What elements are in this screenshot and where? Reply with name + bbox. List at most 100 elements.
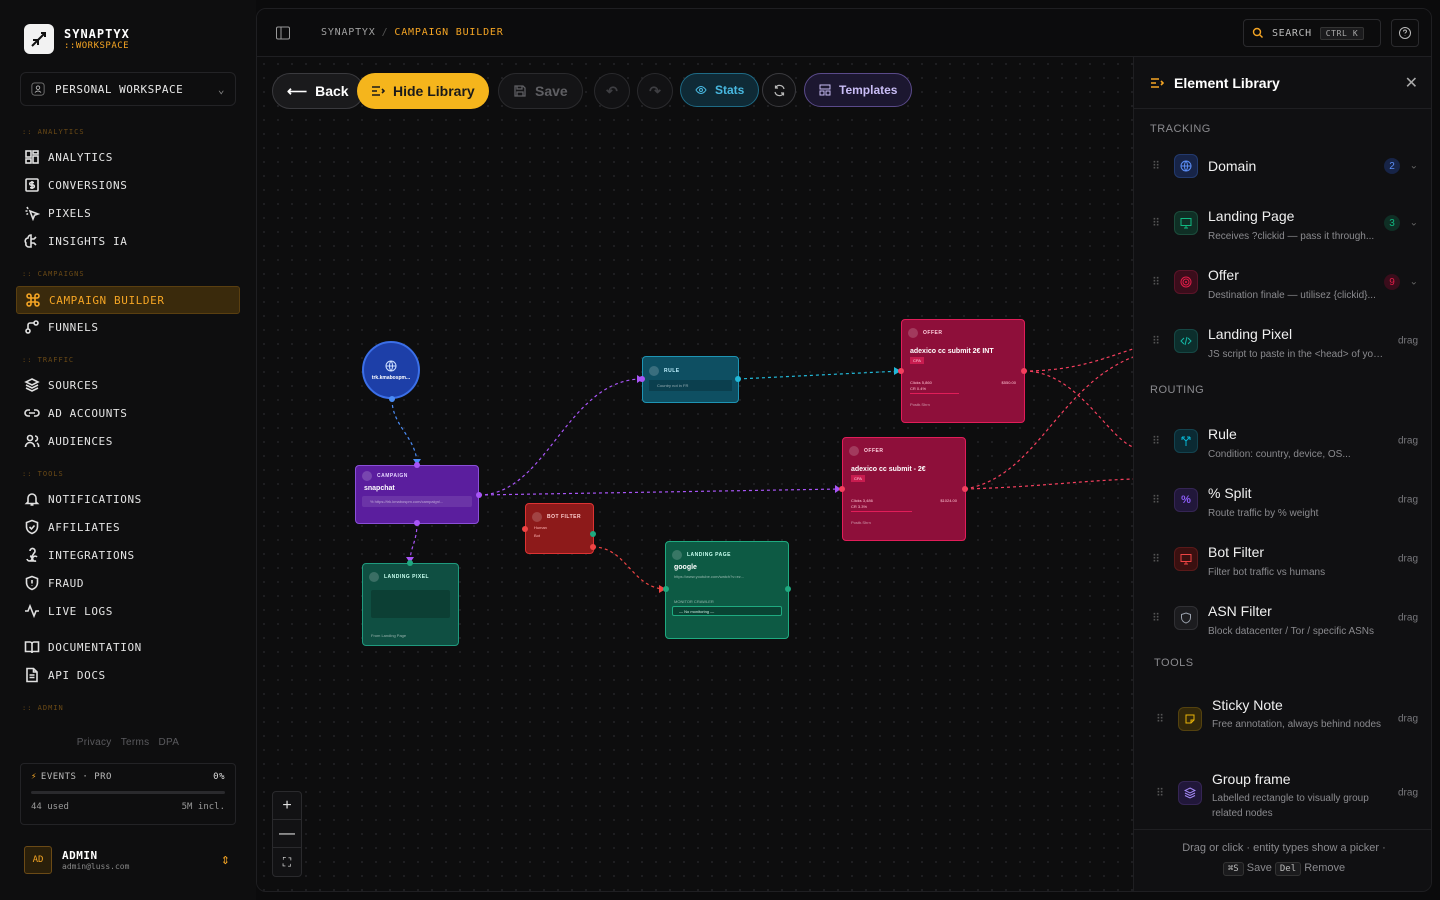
- bot-node-bot: Bot: [534, 533, 541, 538]
- offer-node-2[interactable]: OFFER adexico cc submit - 2€ CPA Clicks …: [842, 437, 966, 541]
- search-icon: [1252, 27, 1263, 38]
- footer-hint: Drag or click · entity types show a pick…: [1182, 842, 1386, 854]
- rule-node-type: RULE: [664, 368, 680, 374]
- nav-affiliates[interactable]: AFFILIATES: [16, 513, 240, 541]
- landing-node-title: google: [674, 564, 697, 571]
- library-item-group-frame[interactable]: ⠿ Group frame Labelled rectangle to visu…: [1134, 757, 1431, 829]
- offer-node-1[interactable]: OFFER adexico cc submit 2€ INT CPA Click…: [901, 319, 1025, 423]
- bell-icon: [24, 493, 40, 506]
- chevron-down-icon[interactable]: ⌄: [1410, 161, 1418, 172]
- domain-node-title: trk.kmabospm...: [371, 374, 411, 381]
- campaign-node[interactable]: CAMPAIGN snapchat % https://trk.kmabospm…: [355, 465, 479, 524]
- chevron-down-icon[interactable]: ⌄: [1410, 277, 1418, 288]
- nav-analytics[interactable]: ANALYTICS: [16, 143, 240, 171]
- nav-audiences[interactable]: AUDIENCES: [16, 427, 240, 455]
- help-button[interactable]: [1391, 19, 1419, 47]
- nav-fraud[interactable]: FRAUD: [16, 569, 240, 597]
- user-icon: [31, 82, 45, 96]
- rule-node-condition: Country not in FR: [649, 380, 732, 391]
- zoom-in-button[interactable]: +: [273, 792, 301, 820]
- library-item-domain[interactable]: ⠿ Domain 2 ⌄: [1134, 138, 1431, 194]
- webhook-icon: [26, 547, 38, 562]
- drag-handle-icon[interactable]: ⠿: [1152, 435, 1160, 448]
- nav-campaign-builder[interactable]: CAMPAIGN BUILDER: [16, 286, 240, 314]
- drag-handle-icon[interactable]: ⠿: [1156, 713, 1164, 726]
- offer2-type: OFFER: [864, 448, 884, 454]
- users-icon: [24, 434, 40, 448]
- bot-filter-node[interactable]: BOT FILTER Human Bot: [525, 503, 594, 554]
- drag-handle-icon[interactable]: ⠿: [1152, 494, 1160, 507]
- sidebar-toggle-icon[interactable]: [275, 25, 291, 41]
- drag-handle-icon[interactable]: ⠿: [1152, 612, 1160, 625]
- drag-handle-icon[interactable]: ⠿: [1152, 217, 1160, 230]
- group-tracking: TRACKING: [1150, 123, 1211, 135]
- layers-icon: [24, 378, 40, 392]
- nav-integrations[interactable]: INTEGRATIONS: [16, 541, 240, 569]
- drag-handle-icon[interactable]: ⠿: [1152, 335, 1160, 348]
- workspace-selector[interactable]: PERSONAL WORKSPACE ⌄: [20, 72, 236, 106]
- library-item-rule[interactable]: ⠿ Rule Condition: country, device, OS...…: [1134, 413, 1431, 469]
- nav-label: INSIGHTS IA: [48, 234, 128, 248]
- library-item-sticky-note[interactable]: ⠿ Sticky Note Free annotation, always be…: [1134, 683, 1431, 755]
- edge-offer1-out-b: [1023, 370, 1133, 448]
- offer1-tag: CPA: [910, 357, 924, 364]
- drag-handle-icon[interactable]: ⠿: [1152, 276, 1160, 289]
- landing-pixel-node[interactable]: LANDING PIXEL From Landing Page: [362, 563, 459, 646]
- library-item-landing-pixel[interactable]: ⠿ Landing Pixel JS script to paste in th…: [1134, 313, 1431, 369]
- nav-sources[interactable]: SOURCES: [16, 371, 240, 399]
- offer2-foot: Postb.Shrn: [851, 520, 871, 525]
- domain-node[interactable]: trk.kmabospm...: [362, 341, 420, 399]
- terms-link[interactable]: Terms: [121, 737, 150, 748]
- drag-handle-icon[interactable]: ⠿: [1156, 787, 1164, 800]
- delete-shortcut-label: Remove: [1304, 862, 1346, 874]
- item-desc: JS script to paste in the <head> of your…: [1208, 349, 1388, 360]
- flow-canvas[interactable]: ⟵ Back Hide Library Save ↶ ↷ Stats Templa…: [257, 57, 1133, 891]
- stack-icon: [1178, 781, 1202, 805]
- chevron-down-icon[interactable]: ⌄: [1410, 218, 1418, 229]
- library-item-landing-page[interactable]: ⠿ Landing Page Receives ?clickid — pass …: [1134, 195, 1431, 251]
- library-item-bot-filter[interactable]: ⠿ Bot Filter Filter bot traffic vs human…: [1134, 531, 1431, 587]
- search-button[interactable]: SEARCH CTRL K: [1243, 19, 1381, 47]
- item-desc: Block datacenter / Tor / specific ASNs: [1208, 626, 1375, 637]
- delete-shortcut-key: Del: [1274, 862, 1302, 876]
- nav-live-logs[interactable]: LIVE LOGS: [16, 597, 240, 625]
- breadcrumb-root[interactable]: SYNAPTYX: [321, 27, 376, 38]
- breadcrumb: SYNAPTYX / CAMPAIGN BUILDER: [321, 27, 504, 38]
- activity-icon: [25, 603, 39, 619]
- zoom-out-button[interactable]: —: [273, 820, 301, 848]
- library-item-split[interactable]: ⠿ % % Split Route traffic by % weight dr…: [1134, 472, 1431, 528]
- library-item-asn-filter[interactable]: ⠿ ASN Filter Block datacenter / Tor / sp…: [1134, 590, 1431, 646]
- nav-label: CONVERSIONS: [48, 178, 128, 192]
- monitor-select[interactable]: — No monitoring —: [672, 606, 782, 616]
- nav-label: AD ACCOUNTS: [48, 406, 128, 420]
- drag-handle-icon[interactable]: ⠿: [1152, 553, 1160, 566]
- nav-notifications[interactable]: NOTIFICATIONS: [16, 485, 240, 513]
- user-email: admin@luss.com: [62, 862, 130, 871]
- brand[interactable]: SYNAPTYX ::WORKSPACE: [24, 24, 130, 54]
- nav-funnels[interactable]: FUNNELS: [16, 313, 240, 341]
- landing-page-node[interactable]: LANDING PAGE google https://www.youtube.…: [665, 541, 789, 639]
- fit-view-button[interactable]: ⛶: [273, 848, 301, 876]
- nav-insights[interactable]: INSIGHTS IA: [16, 227, 240, 255]
- help-icon: [1399, 27, 1411, 39]
- nav-ad-accounts[interactable]: AD ACCOUNTS: [16, 399, 240, 427]
- edge-rule-offer1: [737, 370, 902, 380]
- nav-documentation[interactable]: DOCUMENTATION: [16, 633, 240, 661]
- monitor-icon: [1174, 211, 1198, 235]
- split-icon: [1174, 429, 1198, 453]
- nav-pixels[interactable]: PIXELS: [16, 199, 240, 227]
- shield-alert-icon: [25, 575, 39, 591]
- user-menu[interactable]: AD ADMIN admin@luss.com ⇕: [20, 840, 236, 880]
- rule-node[interactable]: RULE Country not in FR: [642, 356, 739, 403]
- sidebar: SYNAPTYX ::WORKSPACE PERSONAL WORKSPACE …: [0, 0, 256, 900]
- dpa-link[interactable]: DPA: [159, 737, 180, 748]
- nav-api-docs[interactable]: API DOCS: [16, 661, 240, 689]
- close-icon[interactable]: ✕: [1405, 73, 1418, 93]
- nav-conversions[interactable]: CONVERSIONS: [16, 171, 240, 199]
- group-tools: TOOLS: [1154, 657, 1194, 669]
- privacy-link[interactable]: Privacy: [77, 737, 112, 748]
- drag-handle-icon[interactable]: ⠿: [1152, 160, 1160, 173]
- main-area: SYNAPTYX / CAMPAIGN BUILDER SEARCH CTRL K …: [256, 8, 1432, 892]
- item-drag-hint: drag: [1397, 787, 1418, 799]
- library-item-offer[interactable]: ⠿ Offer Destination finale — utilisez {c…: [1134, 254, 1431, 310]
